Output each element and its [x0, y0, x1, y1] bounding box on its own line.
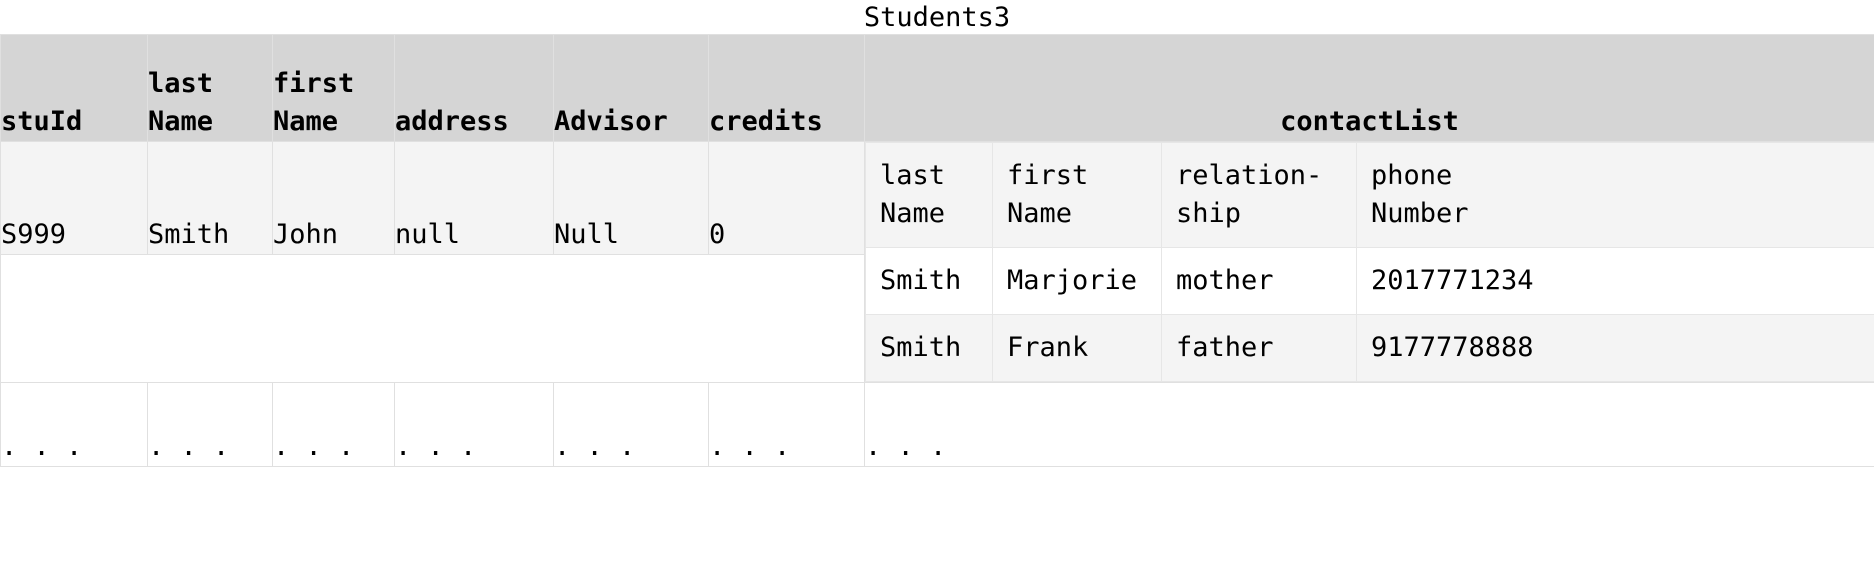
contactlist-header-row: last Name first Name relation- ship phon…: [865, 142, 1874, 248]
contact-firstname: Frank: [992, 314, 1162, 382]
contactlist-header-firstname: first Name: [992, 142, 1162, 248]
contactlist-row: Smith Frank father 9177778888: [865, 314, 1874, 382]
contactlist-header-phonenumber: phone Number: [1356, 142, 1874, 248]
table-row: S999 Smith John null Null 0 last Name fi…: [0, 141, 1874, 383]
cell-address: null: [394, 141, 554, 255]
contact-relationship: mother: [1161, 247, 1357, 315]
contactlist-row: Smith Marjorie mother 2017771234: [865, 247, 1874, 315]
cell-stuid: S999: [0, 141, 148, 255]
table-row-ellipsis: . . . . . . . . . . . . . . . . . . . . …: [0, 382, 1874, 467]
cell-ellipsis-stuid: . . .: [0, 382, 148, 467]
contact-relationship: father: [1161, 314, 1357, 382]
students-table: stuId last Name first Name address Advis…: [0, 34, 1874, 467]
table-header-row: stuId last Name first Name address Advis…: [0, 34, 1874, 142]
contactlist-table: last Name first Name relation- ship phon…: [865, 142, 1874, 382]
cell-ellipsis-contactlist: . . .: [864, 382, 1874, 467]
column-header-advisor: Advisor: [553, 34, 709, 142]
contact-phonenumber: 9177778888: [1356, 314, 1874, 382]
cell-contactlist: last Name first Name relation- ship phon…: [864, 141, 1874, 383]
cell-advisor: Null: [553, 141, 709, 255]
contact-firstname: Marjorie: [992, 247, 1162, 315]
cell-ellipsis-credits: . . .: [708, 382, 865, 467]
contactlist-header-relationship: relation- ship: [1161, 142, 1357, 248]
cell-empty-span: [0, 254, 865, 383]
contactlist-header-lastname: last Name: [865, 142, 993, 248]
column-header-address: address: [394, 34, 554, 142]
column-header-lastname: last Name: [147, 34, 273, 142]
column-header-firstname: first Name: [272, 34, 395, 142]
cell-ellipsis-firstname: . . .: [272, 382, 395, 467]
cell-ellipsis-advisor: . . .: [553, 382, 709, 467]
cell-ellipsis-lastname: . . .: [147, 382, 273, 467]
table-page: Students3 stuId last Name first Name add…: [0, 0, 1874, 562]
contact-phonenumber: 2017771234: [1356, 247, 1874, 315]
column-header-contactlist: contactList: [864, 34, 1874, 142]
column-header-stuid: stuId: [0, 34, 148, 142]
cell-firstname: John: [272, 141, 395, 255]
contact-lastname: Smith: [865, 247, 993, 315]
contact-lastname: Smith: [865, 314, 993, 382]
page-title: Students3: [863, 2, 1011, 33]
cell-lastname: Smith: [147, 141, 273, 255]
cell-credits: 0: [708, 141, 865, 255]
cell-ellipsis-address: . . .: [394, 382, 554, 467]
column-header-credits: credits: [708, 34, 865, 142]
